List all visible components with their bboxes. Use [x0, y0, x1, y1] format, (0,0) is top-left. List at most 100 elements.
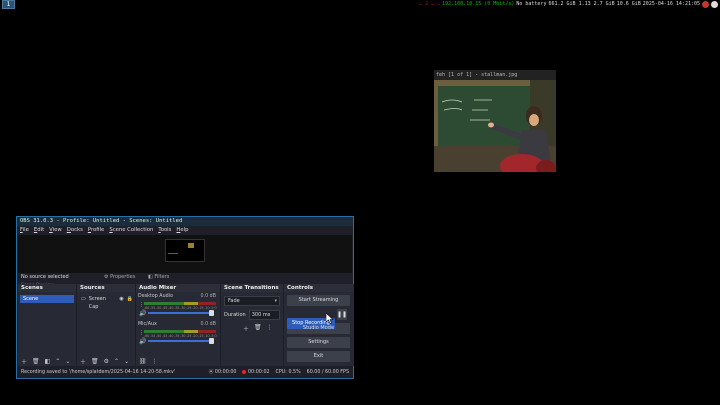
properties-button[interactable]: ⚙ Properties	[104, 273, 135, 282]
tray-app-icon[interactable]	[711, 1, 718, 8]
menu-dots-icon[interactable]: ⋮	[267, 324, 273, 333]
status-disk: 10.6 GiB	[616, 1, 641, 7]
controls-title: Controls	[284, 284, 354, 292]
eye-icon[interactable]: ◉	[119, 295, 123, 303]
scenes-dock: Scenes Scene ＋ 🗑 ◧ ⌃ ⌄	[18, 284, 76, 366]
chevron-up-icon[interactable]: ⌃	[55, 358, 60, 365]
volume-slider[interactable]	[148, 310, 214, 316]
source-item-label: Screen Cap	[88, 296, 106, 310]
image-viewer-window: feh [1 of 1] - stallman.jpg	[434, 70, 556, 172]
preview-text-mark	[168, 253, 178, 254]
channel-db: 0.0 dB	[200, 322, 217, 327]
link-icon[interactable]: ⛓	[139, 358, 147, 365]
image-viewer-title: feh [1 of 1] - stallman.jpg	[434, 70, 556, 80]
channel-db: 0.0 dB	[200, 294, 217, 299]
lock-icon[interactable]: 🔒	[127, 295, 133, 303]
add-icon[interactable]: ＋	[243, 324, 249, 333]
add-icon[interactable]: ＋	[21, 357, 27, 366]
trash-icon[interactable]: 🗑	[32, 358, 40, 365]
sources-dock-title: Sources	[77, 284, 135, 292]
record-time: 00:00:02	[242, 368, 270, 378]
sources-toolbar: ＋ 🗑 ⚙ ⌃ ⌄	[77, 356, 135, 366]
mixer-channel-desktop: Desktop Audio 0.0 dB ⋮ -60 -55 -50 -45 -…	[138, 294, 218, 320]
menu-scene-collection[interactable]: Scene Collection	[109, 226, 153, 234]
speaker-icon[interactable]: 🔊	[139, 310, 146, 317]
slider-knob[interactable]	[209, 338, 214, 344]
filters-label: Filters	[154, 274, 170, 280]
obs-status-bar: Recording saved to '/home/splatdem/2025-…	[17, 368, 353, 378]
mixer-toolbar: ⛓ ⋮	[136, 356, 220, 366]
menu-dots-icon[interactable]: ⋮	[152, 358, 158, 365]
record-row: Stop Recording❚❚	[287, 309, 354, 329]
filter-icon[interactable]: ◧	[45, 358, 51, 365]
gear-icon[interactable]: ⚙	[104, 358, 109, 365]
workspace-button[interactable]: 1	[2, 0, 15, 9]
tray-record-icon[interactable]	[702, 1, 709, 8]
monitor-icon: ▭	[81, 296, 86, 302]
status-memory: 661.2 GiB 1.13 2.7 GiB	[548, 1, 615, 7]
no-source-label: No source selected	[21, 274, 69, 280]
status-network: 192.168.10.15 (0 Mbit/s)	[442, 1, 515, 7]
properties-label: Properties	[110, 274, 136, 280]
obs-menu-bar: File Edit View Docks Profile Scene Colle…	[17, 226, 353, 234]
chevron-down-icon[interactable]: ⌄	[124, 358, 129, 365]
obs-window: OBS 31.0.3 - Profile: Untitled - Scenes:…	[16, 216, 354, 379]
audio-mixer-title: Audio Mixer	[136, 284, 220, 292]
status-message: Recording saved to '/home/splatdem/2025-…	[21, 370, 176, 375]
exit-button[interactable]: Exit	[287, 351, 350, 362]
status-warning: … 2 … …	[419, 1, 441, 7]
status-datetime: 2025-04-16 14:21:05	[642, 1, 700, 7]
photo-lecturer-chalkboard	[434, 80, 556, 172]
speaker-icon[interactable]: 🔊	[139, 338, 146, 345]
pause-icon[interactable]: ❚❚	[337, 309, 347, 320]
source-toolbar: No source selected ⚙ Properties ◧ Filter…	[18, 273, 352, 282]
menu-tools[interactable]: Tools	[158, 226, 171, 234]
channel-name: Desktop Audio	[138, 294, 173, 299]
volume-meter	[144, 330, 216, 333]
channel-name: Mic/Aux	[138, 322, 157, 327]
meter-ticks: -60 -55 -50 -45 -40 -35 -30 -25 -20 -15 …	[144, 306, 217, 310]
duration-input[interactable]: 300 ms	[248, 310, 280, 320]
transition-select[interactable]: Fade	[224, 296, 280, 306]
source-item[interactable]: ▭ Screen Cap ◉ 🔒	[79, 295, 133, 310]
slider-knob[interactable]	[209, 310, 214, 316]
controls-dock: Controls Start Streaming Stop Recording❚…	[284, 284, 354, 366]
preview-image-mark	[188, 243, 194, 248]
chevron-down-icon[interactable]: ⌄	[65, 358, 70, 365]
start-streaming-button[interactable]: Start Streaming	[287, 295, 350, 306]
scenes-dock-title: Scenes	[18, 284, 76, 292]
menu-edit[interactable]: Edit	[34, 226, 44, 234]
settings-button[interactable]: Settings	[287, 337, 350, 348]
menu-file[interactable]: File	[20, 226, 29, 234]
transitions-title: Scene Transitions	[221, 284, 283, 292]
preview-canvas	[165, 239, 205, 262]
trash-icon[interactable]: 🗑	[254, 324, 262, 333]
menu-docks[interactable]: Docks	[67, 226, 83, 234]
cpu-usage: CPU: 0.5%	[275, 370, 301, 375]
menu-profile[interactable]: Profile	[88, 226, 104, 234]
scene-transitions-dock: Scene Transitions Fade Duration 300 ms ＋…	[221, 284, 283, 366]
volume-meter	[144, 302, 216, 305]
status-line: … 2 … … 192.168.10.15 (0 Mbit/s) No batt…	[419, 0, 718, 9]
duration-row: Duration 300 ms	[224, 310, 280, 320]
scene-item[interactable]: Scene	[20, 295, 74, 303]
filters-button[interactable]: ◧ Filters	[148, 273, 169, 282]
duration-label: Duration	[224, 312, 246, 318]
fps-readout: 60.00 / 60.00 FPS	[306, 370, 349, 375]
obs-title-bar: OBS 31.0.3 - Profile: Untitled - Scenes:…	[17, 217, 353, 226]
volume-slider[interactable]	[148, 338, 214, 344]
i3-status-bar: 1 … 2 … … 192.168.10.15 (0 Mbit/s) No ba…	[0, 0, 720, 9]
mouse-cursor	[326, 313, 334, 324]
mixer-channel-mic: Mic/Aux 0.0 dB ⋮ -60 -55 -50 -45 -40 -35…	[138, 322, 218, 348]
sources-dock: Sources ▭ Screen Cap ◉ 🔒 ＋ 🗑 ⚙ ⌃ ⌄	[77, 284, 135, 366]
menu-help[interactable]: Help	[176, 226, 188, 234]
trash-icon[interactable]: 🗑	[91, 358, 99, 365]
record-dot-icon	[242, 369, 247, 374]
audio-mixer-dock: Audio Mixer Desktop Audio 0.0 dB ⋮ -60 -…	[136, 284, 220, 366]
meter-ticks: -60 -55 -50 -45 -40 -35 -30 -25 -20 -15 …	[144, 334, 217, 338]
status-battery: No battery	[516, 1, 547, 7]
menu-view[interactable]: View	[49, 226, 62, 234]
chevron-up-icon[interactable]: ⌃	[114, 358, 119, 365]
status-indicators: ⦿ 00:00:00 00:00:02 CPU: 0.5% 60.00 / 60…	[209, 368, 349, 378]
add-icon[interactable]: ＋	[80, 357, 86, 366]
